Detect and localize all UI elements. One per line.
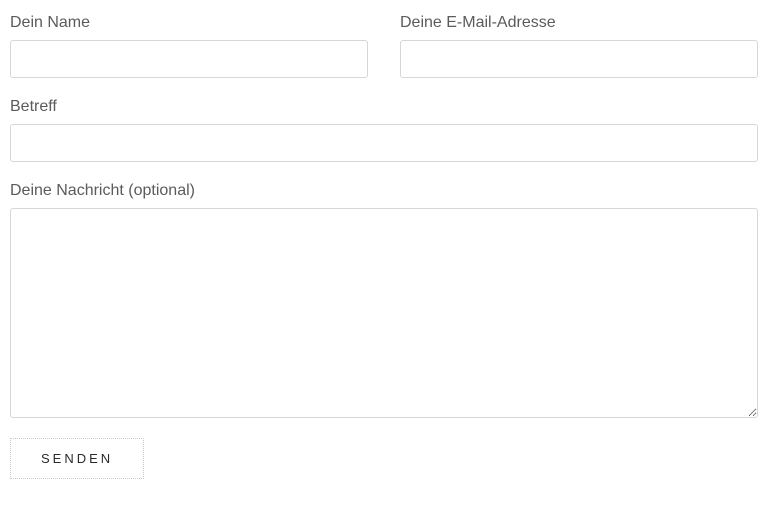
email-input[interactable] <box>400 40 758 78</box>
subject-input[interactable] <box>10 124 758 162</box>
name-field-group: Dein Name <box>10 14 368 78</box>
email-field-group: Deine E-Mail-Adresse <box>400 14 758 78</box>
name-label: Dein Name <box>10 14 368 32</box>
submit-wrap: Senden <box>10 438 758 479</box>
row-name-email: Dein Name Deine E-Mail-Adresse <box>10 14 758 78</box>
subject-field-group: Betreff <box>10 98 758 162</box>
message-field-group: Deine Nachricht (optional) <box>10 182 758 418</box>
submit-button[interactable]: Senden <box>10 438 144 479</box>
name-input[interactable] <box>10 40 368 78</box>
subject-label: Betreff <box>10 98 758 116</box>
contact-form: Dein Name Deine E-Mail-Adresse Betreff D… <box>10 14 758 479</box>
message-label: Deine Nachricht (optional) <box>10 182 758 200</box>
email-label: Deine E-Mail-Adresse <box>400 14 758 32</box>
message-textarea[interactable] <box>10 208 758 418</box>
